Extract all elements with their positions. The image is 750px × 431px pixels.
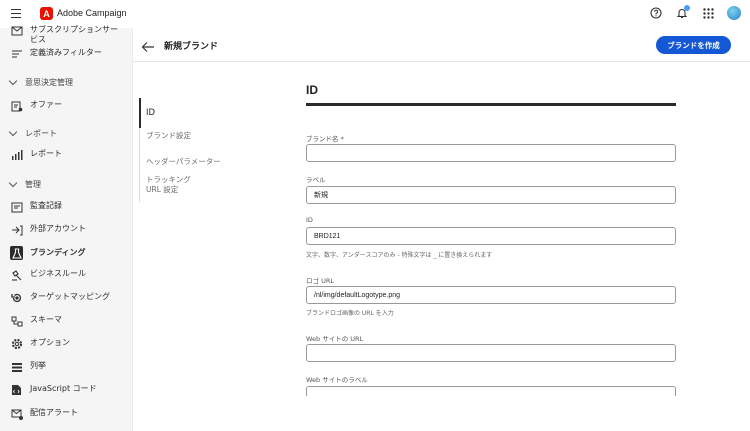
sidebar-item-external-accounts[interactable]: 外部アカウント — [10, 224, 86, 236]
sidebar-item-label: 外部アカウント — [30, 224, 86, 233]
section-divider — [306, 103, 676, 106]
back-arrow-icon[interactable] — [141, 38, 155, 52]
bar-chart-icon — [10, 149, 23, 161]
sidebar-item-subscription-services[interactable]: サブスクリプションサービス — [10, 25, 118, 45]
target-mapping-icon — [10, 292, 23, 304]
id-help-text: 文字、数字、アンダースコアのみ - 特殊文字は _ に置き換えられます — [306, 252, 493, 259]
sidebar-item-label: レポート — [30, 149, 62, 158]
create-brand-button[interactable]: ブランドを作成 — [656, 36, 731, 54]
logo-url-input[interactable]: /nl/img/defaultLogotype.png — [306, 286, 676, 304]
filter-list-icon — [10, 48, 23, 60]
bell-icon[interactable] — [674, 5, 690, 21]
sidebar-section-administration[interactable]: 管理 — [8, 178, 41, 190]
nav-active-indicator — [139, 98, 141, 128]
brand-name-input[interactable] — [306, 144, 676, 162]
sidebar-item-audit-trail[interactable]: 監査記録 — [10, 201, 62, 213]
sidebar-section-reports[interactable]: レポート — [8, 127, 57, 139]
sidebar-item-delivery-alerts[interactable]: 配信アラート — [10, 408, 78, 420]
gear-icon — [10, 338, 23, 350]
sidebar-item-label: サブスクリプションサービス — [30, 25, 118, 44]
sidebar-item-enumerations[interactable]: 列挙 — [10, 361, 46, 373]
adobe-logo-icon: A — [40, 7, 53, 20]
main-panel: 新規ブランド ブランドを作成 ID ブランド設定 ヘッダーパラメーター トラッキ… — [132, 28, 750, 431]
sidebar-item-reports[interactable]: レポート — [10, 149, 62, 161]
nav-item-id[interactable]: ID — [146, 108, 155, 118]
offer-icon — [10, 100, 23, 112]
website-url-input[interactable] — [306, 344, 676, 362]
sidebar-item-label: オプション — [30, 338, 70, 347]
audit-icon — [10, 201, 23, 213]
page-title: 新規ブランド — [164, 42, 219, 52]
sidebar-item-branding[interactable]: ブランディング — [10, 246, 85, 260]
schema-icon — [10, 315, 23, 327]
id-input[interactable]: BRD121 — [306, 227, 676, 245]
app-title: Adobe Campaign — [57, 8, 127, 18]
sidebar-item-label: 定義済みフィルター — [30, 48, 102, 57]
form-section-nav: ID ブランド設定 ヘッダーパラメーター トラッキング URL 設定 — [139, 98, 239, 202]
beaker-icon — [10, 246, 23, 260]
sidebar-item-label: ターゲットマッピング — [30, 292, 110, 301]
chevron-down-icon — [8, 178, 18, 188]
sidebar-item-options[interactable]: オプション — [10, 338, 70, 350]
chevron-down-icon — [8, 127, 18, 137]
sidebar-item-offers[interactable]: オファー — [10, 100, 62, 112]
top-icons — [648, 5, 742, 21]
sidebar-section-label: 管理 — [25, 180, 41, 189]
list-icon — [10, 361, 23, 373]
sidebar-item-target-mapping[interactable]: ターゲットマッピング — [10, 292, 110, 304]
logo-url-label: ロゴ URL — [306, 277, 334, 285]
page-header: 新規ブランド ブランドを作成 — [133, 28, 750, 62]
website-label-input[interactable] — [306, 386, 676, 396]
sidebar-item-schemas[interactable]: スキーマ — [10, 315, 62, 327]
top-bar: A Adobe Campaign — [0, 0, 750, 28]
code-file-icon — [10, 384, 23, 396]
nav-item-brand-settings[interactable]: ブランド設定 — [146, 131, 191, 141]
sidebar-item-label: スキーマ — [30, 315, 62, 324]
sidebar-item-label: JavaScript コード — [30, 384, 97, 393]
sidebar-item-business-rules[interactable]: ビジネスルール — [10, 269, 86, 281]
sidebar-item-label: オファー — [30, 100, 62, 109]
sidebar: サブスクリプションサービス 定義済みフィルター 意思決定管理 オファー レポート… — [0, 25, 132, 431]
sidebar-item-predefined-filters[interactable]: 定義済みフィルター — [10, 48, 102, 60]
website-url-label: Web サイトの URL — [306, 335, 364, 343]
label-field-label: ラベル — [306, 176, 326, 184]
id-label: ID — [306, 216, 313, 224]
sidebar-item-label: 配信アラート — [30, 408, 78, 417]
external-account-icon — [10, 224, 23, 236]
sidebar-section-label: レポート — [25, 129, 57, 138]
website-label-label: Web サイトのラベル — [306, 376, 368, 384]
help-icon[interactable] — [648, 5, 664, 21]
avatar[interactable] — [726, 5, 742, 21]
gavel-icon — [10, 269, 23, 281]
mail-icon — [10, 25, 23, 37]
mail-alert-icon — [10, 408, 23, 420]
sidebar-item-label: ビジネスルール — [30, 269, 86, 278]
sidebar-item-label: 監査記録 — [30, 201, 62, 210]
sidebar-item-label: 列挙 — [30, 361, 46, 370]
logo-url-help-text: ブランドロゴ画像の URL を入力 — [306, 310, 394, 317]
label-input[interactable]: 新規 — [306, 186, 676, 204]
sidebar-section-label: 意思決定管理 — [25, 78, 73, 87]
notification-badge — [684, 5, 690, 11]
menu-icon[interactable] — [11, 9, 21, 18]
avatar-image — [727, 6, 741, 20]
nav-item-tracking-url-settings[interactable]: トラッキング URL 設定 — [146, 175, 191, 195]
chevron-down-icon — [8, 76, 18, 86]
brand-name-label: ブランド名 * — [306, 135, 344, 143]
section-title: ID — [306, 83, 318, 97]
sidebar-section-decision-management[interactable]: 意思決定管理 — [8, 76, 73, 88]
nav-item-header-parameters[interactable]: ヘッダーパラメーター — [146, 157, 221, 167]
sidebar-item-javascript-code[interactable]: JavaScript コード — [10, 384, 97, 396]
apps-grid-icon[interactable] — [700, 5, 716, 21]
sidebar-item-label: ブランディング — [30, 248, 86, 257]
